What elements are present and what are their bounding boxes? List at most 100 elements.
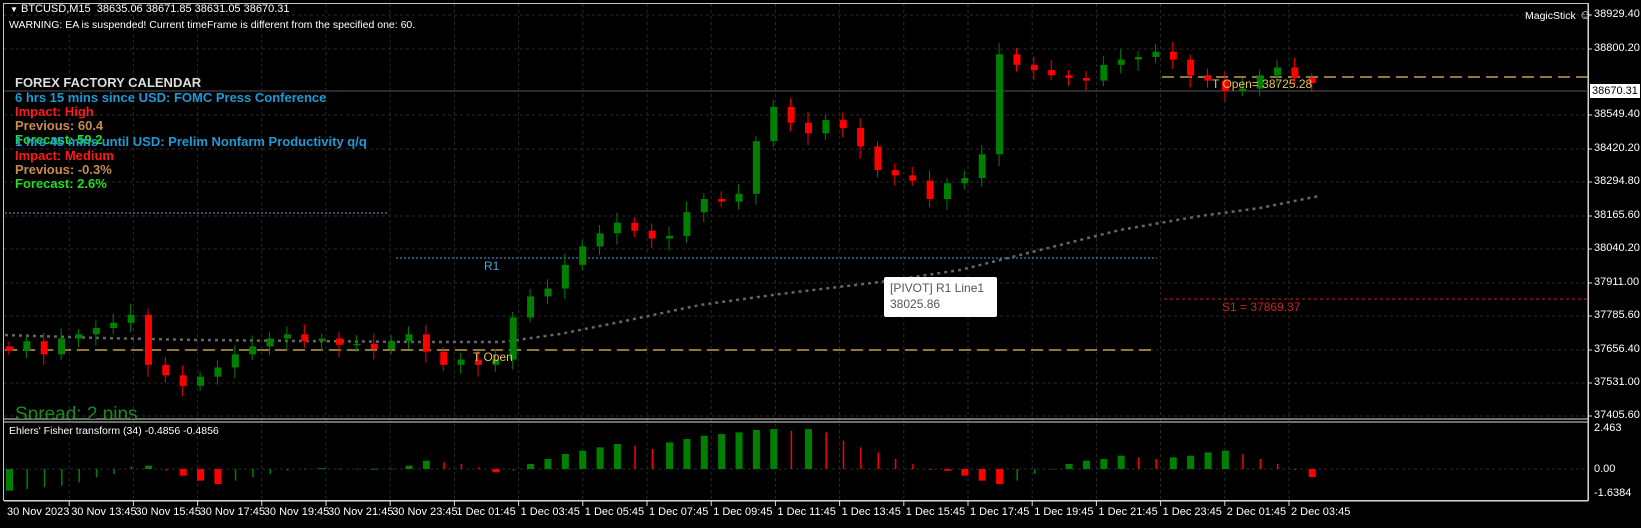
candle-body [978, 154, 986, 178]
candle [92, 320, 100, 346]
fisher-bar [1294, 469, 1296, 470]
fisher-bar [165, 469, 167, 471]
fisher-bar [179, 469, 187, 476]
candle [214, 360, 222, 385]
fisher-bar [492, 469, 500, 473]
candle [1169, 41, 1177, 69]
candle-body [613, 222, 621, 234]
candle-body [353, 343, 361, 346]
fisher-bar [304, 468, 306, 470]
fisher-bar [596, 447, 604, 469]
price-axis-label: 37405.60 [1594, 409, 1640, 421]
fisher-bar [113, 469, 115, 474]
time-axis-label: 1 Dec 19:45 [1034, 506, 1094, 518]
candle-body [1169, 51, 1177, 60]
chart-header: ▼ BTCUSD,M15 38635.06 38671.85 38631.05 … [10, 3, 290, 15]
candle-body [1082, 78, 1090, 81]
fisher-bar [1065, 464, 1073, 469]
price-axis-label: 37785.60 [1594, 309, 1640, 321]
candle-body [1152, 51, 1160, 57]
fisher-bar [512, 469, 515, 471]
time-axis-label: 1 Dec 01:45 [456, 506, 516, 518]
candle-body [1204, 75, 1212, 81]
candle [1065, 70, 1073, 86]
calendar-title: FOREX FACTORY CALENDAR [15, 75, 202, 90]
fisher-bar [286, 469, 289, 471]
candle [874, 141, 882, 178]
price-axis-label: 38294.80 [1594, 175, 1640, 187]
candle [996, 43, 1004, 167]
calendar-event-1: 6 hrs 15 mins since USD: FOMC Press Conf… [15, 90, 327, 105]
candle-body [370, 343, 378, 350]
fisher-bar [943, 469, 951, 471]
price-axis-label: 38800.20 [1594, 42, 1640, 54]
time-axis-label: 1 Dec 09:45 [713, 506, 773, 518]
candle [179, 365, 187, 396]
time-axis-label: 1 Dec 13:45 [841, 506, 901, 518]
candle-body [544, 288, 552, 297]
time-axis-label: 30 Nov 13:45 [71, 506, 137, 518]
candle [127, 303, 135, 332]
time-axis-label: 30 Nov 15:45 [135, 506, 201, 518]
fisher-bar [842, 440, 845, 469]
price-axis-label: 37911.00 [1594, 276, 1640, 288]
r1-label: R1 [484, 259, 500, 273]
fisher-axis-zero: 0.00 [1594, 463, 1616, 475]
calendar-forecast-2: Forecast: 2.6% [15, 176, 107, 191]
price-axis-label: 38420.20 [1594, 142, 1640, 154]
candle [370, 333, 378, 360]
price-axis-label: 37656.40 [1594, 343, 1640, 355]
candle-body [1048, 70, 1056, 76]
candle-body [92, 328, 100, 335]
fisher-bar [1308, 469, 1316, 478]
fisher-bar [651, 449, 654, 469]
time-axis-label: 2 Dec 01:45 [1226, 506, 1287, 518]
candle [683, 201, 691, 243]
candle-body [787, 106, 795, 123]
candle [388, 335, 396, 355]
candle-body [1065, 75, 1073, 78]
candle [1152, 43, 1160, 64]
t-open-current-label: T Open= 38725.28 [1212, 77, 1313, 91]
candle [943, 177, 951, 211]
fisher-bar [1242, 454, 1244, 469]
candle [1204, 68, 1212, 88]
dropdown-arrow-icon[interactable]: ▼ [10, 5, 18, 14]
fisher-bar [561, 454, 569, 469]
candle [839, 112, 847, 138]
fisher-bar [752, 429, 760, 469]
s1-label: S1 = 37869.37 [1222, 300, 1301, 314]
pivot-tooltip: [PIVOT] R1 Line1 38025.86 [884, 277, 997, 317]
fisher-bar [683, 439, 691, 469]
fisher-bar [825, 432, 827, 469]
time-axis-label: 1 Dec 03:45 [520, 506, 580, 518]
candle [579, 240, 587, 271]
candle-body [631, 222, 639, 231]
candle [162, 356, 170, 383]
magicstick-label: MagicStick ☺ [1525, 7, 1592, 22]
smiley-icon: ☺ [1578, 7, 1592, 22]
price-axis-label: 38165.60 [1594, 209, 1640, 221]
fisher-bar [860, 447, 862, 469]
fisher-bar [735, 432, 743, 469]
candle [631, 217, 639, 237]
time-axis-label: 1 Dec 07:45 [649, 506, 709, 518]
fisher-bar [996, 469, 1004, 484]
candle [1100, 55, 1108, 87]
candle-body [1187, 59, 1195, 76]
candle-body [561, 264, 569, 289]
fisher-bar [78, 469, 80, 483]
fisher-bar [805, 429, 813, 469]
candle [822, 114, 830, 140]
candle [110, 313, 118, 335]
candle-body [179, 375, 187, 386]
candle [40, 332, 48, 365]
candle [405, 326, 413, 350]
candle-body [909, 175, 917, 181]
fisher-bar [1033, 469, 1036, 474]
candle [1117, 48, 1125, 74]
price-chart[interactable] [0, 0, 1641, 528]
candle-body [596, 233, 604, 247]
candle [527, 289, 535, 323]
fisher-axis-max: 2.463 [1594, 422, 1622, 434]
